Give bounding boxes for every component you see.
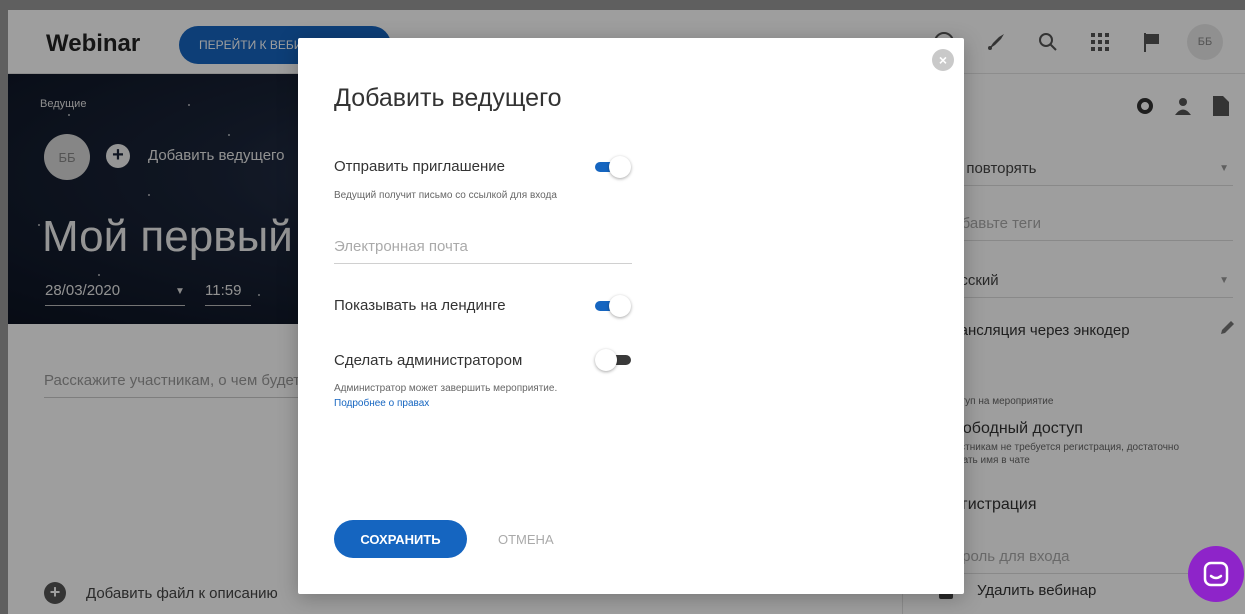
email-field[interactable] xyxy=(334,236,632,264)
show-on-landing-toggle[interactable] xyxy=(595,295,631,317)
close-icon[interactable]: × xyxy=(932,49,954,71)
send-invite-hint: Ведущий получит письмо со ссылкой для вх… xyxy=(334,190,557,201)
save-button[interactable]: СОХРАНИТЬ xyxy=(334,520,467,558)
dialog-title: Добавить ведущего xyxy=(334,84,562,112)
show-on-landing-label: Показывать на лендинге xyxy=(334,297,506,314)
make-admin-hint: Администратор может завершить мероприяти… xyxy=(334,383,558,394)
send-invite-label: Отправить приглашение xyxy=(334,158,506,175)
cancel-button[interactable]: ОТМЕНА xyxy=(498,532,554,547)
send-invite-toggle[interactable] xyxy=(595,156,631,178)
chat-icon xyxy=(1203,561,1229,587)
toggle-knob xyxy=(595,349,617,371)
toggle-knob xyxy=(609,295,631,317)
chat-launcher-button[interactable] xyxy=(1188,546,1244,602)
rights-link[interactable]: Подробнее о правах xyxy=(334,398,429,409)
make-admin-toggle[interactable] xyxy=(595,349,631,371)
toggle-knob xyxy=(609,156,631,178)
add-host-dialog: Добавить ведущего Отправить приглашение … xyxy=(298,38,964,594)
make-admin-label: Сделать администратором xyxy=(334,352,523,369)
